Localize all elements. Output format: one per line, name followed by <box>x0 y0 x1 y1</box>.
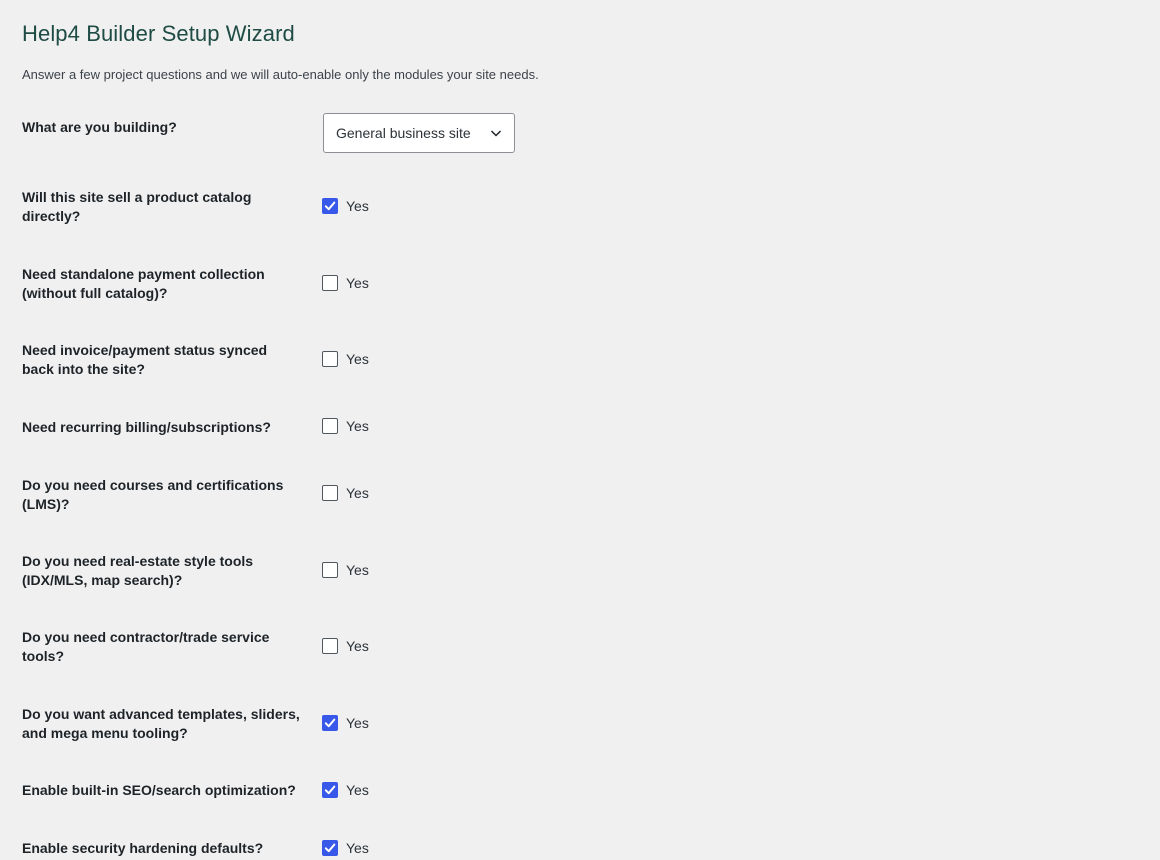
checkbox-label-yes: Yes <box>346 782 369 798</box>
question-label-security: Enable security hardening defaults? <box>22 840 264 856</box>
checkbox-security[interactable] <box>322 840 338 856</box>
checkbox-invoice-sync[interactable] <box>322 351 338 367</box>
checkbox-label-yes: Yes <box>346 418 369 434</box>
building-type-label: What are you building? <box>22 119 177 135</box>
question-label-recurring-billing: Need recurring billing/subscriptions? <box>22 419 271 435</box>
question-label-seo: Enable built-in SEO/search optimization? <box>22 782 296 798</box>
question-label-invoice-sync: Need invoice/payment status synced back … <box>22 342 268 377</box>
question-label-lms: Do you need courses and certifications (… <box>22 477 284 512</box>
chevron-down-icon <box>490 130 502 137</box>
checkbox-lms[interactable] <box>322 485 338 501</box>
checkmark-icon <box>324 718 336 728</box>
question-option-product-catalog: Yes <box>322 197 369 215</box>
checkmark-icon <box>324 843 336 853</box>
building-type-select[interactable]: General business site <box>323 113 515 153</box>
question-option-recurring-billing: Yes <box>322 417 369 435</box>
question-label-real-estate: Do you need real-estate style tools (IDX… <box>22 553 254 588</box>
checkbox-product-catalog[interactable] <box>322 198 338 214</box>
page-title: Help4 Builder Setup Wizard <box>22 21 295 46</box>
checkbox-label-yes: Yes <box>346 562 369 578</box>
checkbox-real-estate[interactable] <box>322 562 338 578</box>
question-label-product-catalog: Will this site sell a product catalog di… <box>22 189 252 224</box>
question-option-advanced-templates: Yes <box>322 714 369 732</box>
page-intro: Answer a few project questions and we wi… <box>22 67 539 82</box>
checkbox-label-yes: Yes <box>346 351 369 367</box>
question-option-standalone-payment: Yes <box>322 274 369 292</box>
question-option-real-estate: Yes <box>322 561 369 579</box>
checkbox-label-yes: Yes <box>346 485 369 501</box>
checkbox-contractor-tools[interactable] <box>322 638 338 654</box>
question-option-invoice-sync: Yes <box>322 350 369 368</box>
question-option-security: Yes <box>322 839 369 857</box>
question-option-lms: Yes <box>322 484 369 502</box>
question-label-contractor-tools: Do you need contractor/trade service too… <box>22 629 270 664</box>
question-option-seo: Yes <box>322 781 369 799</box>
question-option-contractor-tools: Yes <box>322 637 369 655</box>
checkbox-seo[interactable] <box>322 782 338 798</box>
checkbox-standalone-payment[interactable] <box>322 275 338 291</box>
checkbox-label-yes: Yes <box>346 275 369 291</box>
checkbox-recurring-billing[interactable] <box>322 418 338 434</box>
checkbox-label-yes: Yes <box>346 715 369 731</box>
checkmark-icon <box>324 201 336 211</box>
question-label-standalone-payment: Need standalone payment collection (with… <box>22 266 265 301</box>
building-type-selected-value: General business site <box>336 125 471 141</box>
question-label-advanced-templates: Do you want advanced templates, sliders,… <box>22 706 300 741</box>
checkbox-label-yes: Yes <box>346 638 369 654</box>
setup-wizard-page: Help4 Builder Setup Wizard Answer a few … <box>0 0 1160 860</box>
checkbox-label-yes: Yes <box>346 840 369 856</box>
checkbox-advanced-templates[interactable] <box>322 715 338 731</box>
checkmark-icon <box>324 785 336 795</box>
checkbox-label-yes: Yes <box>346 198 369 214</box>
